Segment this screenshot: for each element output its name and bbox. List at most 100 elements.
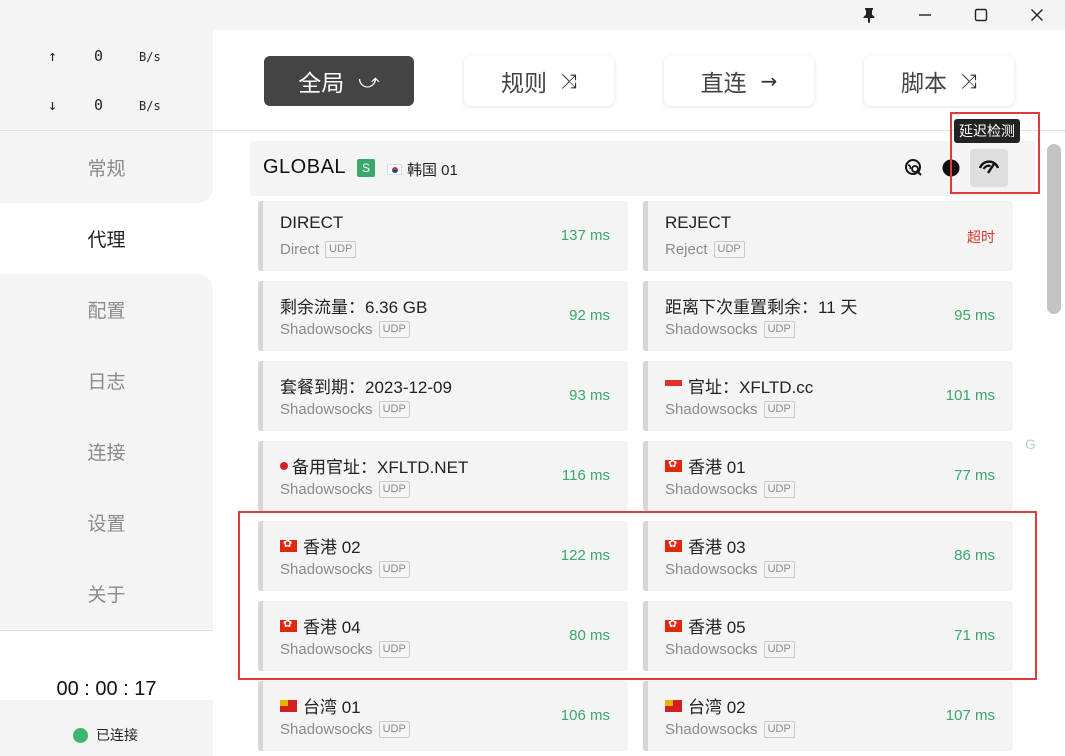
group-type-badge: S (357, 159, 375, 177)
speed-test-icon[interactable] (970, 149, 1008, 187)
proxy-type: Shadowsocks (665, 721, 758, 738)
proxy-delay[interactable]: 137 ms (561, 227, 610, 244)
proxy-name: 香港 01 (688, 458, 746, 477)
flag-hk-icon (280, 537, 297, 552)
upload-speed: ↑ 0 B/s (0, 45, 213, 69)
proxy-name: REJECT (665, 213, 732, 232)
proxy-delay[interactable]: 80 ms (569, 627, 610, 644)
sidebar-item-3[interactable]: 日志 (0, 345, 213, 416)
proxy-meta: Shadowsocks UDP (665, 561, 795, 578)
proxy-title: REJECT (665, 213, 731, 233)
connection-status: 已连接 (73, 725, 138, 745)
sidebar-nav: 常规 代理 配置 日志 连接 设置 关于 (0, 132, 213, 629)
proxy-delay[interactable]: 93 ms (569, 387, 610, 404)
proxy-name: 套餐到期：2023-12-09 (280, 378, 452, 397)
sidebar-item-5[interactable]: 设置 (0, 487, 213, 558)
proxy-name: 香港 05 (688, 618, 746, 637)
proxy-type: Direct (280, 241, 320, 258)
mode-button-1[interactable]: 规则 ⤨ (464, 56, 614, 106)
proxy-meta: Shadowsocks UDP (665, 321, 795, 338)
flag-tw-icon (280, 699, 297, 712)
proxy-title: 剩余流量：6.36 GB (280, 293, 427, 318)
download-unit: B/s (139, 99, 161, 113)
proxy-card[interactable]: 备用官址：XFLTD.NET Shadowsocks UDP 116 ms (258, 441, 628, 511)
udp-badge: UDP (763, 721, 795, 738)
mode-button-2[interactable]: 直连 → (664, 56, 814, 106)
locate-icon[interactable] (903, 157, 925, 179)
proxy-card[interactable]: 剩余流量：6.36 GB Shadowsocks UDP 92 ms (258, 281, 628, 351)
proxy-name: 香港 02 (303, 538, 361, 557)
proxy-title: 香港 01 (665, 453, 746, 478)
proxy-meta: Shadowsocks UDP (280, 641, 410, 658)
mode-button-3[interactable]: 脚本 ⤨ (864, 56, 1014, 106)
mode-switcher: 全局 ⤻ 规则 ⤨ 直连 → 脚本 ⤨ (213, 30, 1048, 130)
udp-badge: UDP (325, 241, 357, 258)
udp-badge: UDP (763, 641, 795, 658)
proxy-delay[interactable]: 超时 (967, 227, 995, 247)
pin-icon[interactable] (841, 0, 897, 30)
proxy-card[interactable]: DIRECT Direct UDP 137 ms (258, 201, 628, 271)
mode-label: 全局 (298, 71, 345, 97)
mode-route-icon: ⤨ (561, 69, 577, 93)
sidebar-item-2[interactable]: 配置 (0, 274, 213, 345)
mode-label: 规则 (501, 71, 547, 97)
info-icon[interactable] (940, 157, 962, 179)
proxy-card[interactable]: 香港 05 Shadowsocks UDP 71 ms (643, 601, 1013, 671)
proxy-card[interactable]: 官址：XFLTD.cc Shadowsocks UDP 101 ms (643, 361, 1013, 431)
proxy-card[interactable]: REJECT Reject UDP 超时 (643, 201, 1013, 271)
udp-badge: UDP (378, 561, 410, 578)
proxy-delay[interactable]: 116 ms (562, 467, 610, 484)
group-selected: 韩国 01 (387, 159, 458, 180)
proxy-card[interactable]: 香港 01 Shadowsocks UDP 77 ms (643, 441, 1013, 511)
proxy-card[interactable]: 套餐到期：2023-12-09 Shadowsocks UDP 93 ms (258, 361, 628, 431)
speed-test-tooltip: 延迟检测 (954, 119, 1020, 143)
scrollbar[interactable] (1047, 144, 1061, 314)
download-arrow-icon: ↓ (48, 96, 58, 114)
proxy-type: Shadowsocks (665, 321, 758, 338)
flag-hk-icon (280, 617, 297, 632)
traffic-panel: ↑ 0 B/s ↓ 0 B/s (0, 30, 213, 130)
proxy-card[interactable]: 台湾 01 Shadowsocks UDP 106 ms (258, 681, 628, 751)
proxy-delay[interactable]: 107 ms (946, 707, 995, 724)
proxy-title: 台湾 02 (665, 693, 746, 718)
proxy-meta: Shadowsocks UDP (665, 721, 795, 738)
udp-badge: UDP (763, 481, 795, 498)
sidebar-item-0[interactable]: 常规 (0, 132, 213, 203)
maximize-icon[interactable] (953, 0, 1009, 30)
sidebar-item-4[interactable]: 连接 (0, 416, 213, 487)
proxy-type: Shadowsocks (280, 721, 373, 738)
proxy-delay[interactable]: 86 ms (954, 547, 995, 564)
sidebar-item-1[interactable]: 代理 (0, 203, 213, 274)
proxy-meta: Reject UDP (665, 241, 745, 258)
udp-badge: UDP (763, 561, 795, 578)
flag-hk-icon (665, 617, 682, 632)
minimize-icon[interactable] (897, 0, 953, 30)
proxy-title: 香港 05 (665, 613, 746, 638)
status-label: 已连接 (96, 728, 138, 744)
flag-hk-icon (665, 457, 682, 472)
proxy-meta: Shadowsocks UDP (665, 481, 795, 498)
proxy-delay[interactable]: 77 ms (954, 467, 995, 484)
mode-label: 脚本 (901, 71, 947, 97)
proxy-title: 香港 03 (665, 533, 746, 558)
proxy-delay[interactable]: 101 ms (946, 387, 995, 404)
proxy-delay[interactable]: 106 ms (561, 707, 610, 724)
proxy-card[interactable]: 距离下次重置剩余：11 天 Shadowsocks UDP 95 ms (643, 281, 1013, 351)
flag-tw-icon (665, 699, 682, 712)
proxy-card[interactable]: 香港 03 Shadowsocks UDP 86 ms (643, 521, 1013, 591)
proxy-title: 套餐到期：2023-12-09 (280, 373, 452, 398)
proxy-name: 台湾 01 (303, 698, 361, 717)
proxy-card[interactable]: 香港 04 Shadowsocks UDP 80 ms (258, 601, 628, 671)
proxy-type: Shadowsocks (665, 641, 758, 658)
proxy-group-header[interactable]: GLOBAL S 韩国 01 (250, 141, 1035, 196)
close-icon[interactable] (1009, 0, 1065, 30)
proxy-card[interactable]: 台湾 02 Shadowsocks UDP 107 ms (643, 681, 1013, 751)
proxy-delay[interactable]: 92 ms (569, 307, 610, 324)
proxy-delay[interactable]: 71 ms (954, 627, 995, 644)
proxy-card[interactable]: 香港 02 Shadowsocks UDP 122 ms (258, 521, 628, 591)
proxy-delay[interactable]: 95 ms (954, 307, 995, 324)
proxy-delay[interactable]: 122 ms (561, 547, 610, 564)
sidebar-item-6[interactable]: 关于 (0, 558, 213, 629)
mode-button-0[interactable]: 全局 ⤻ (264, 56, 414, 106)
session-timer: 00 : 00 : 17 (56, 678, 157, 700)
